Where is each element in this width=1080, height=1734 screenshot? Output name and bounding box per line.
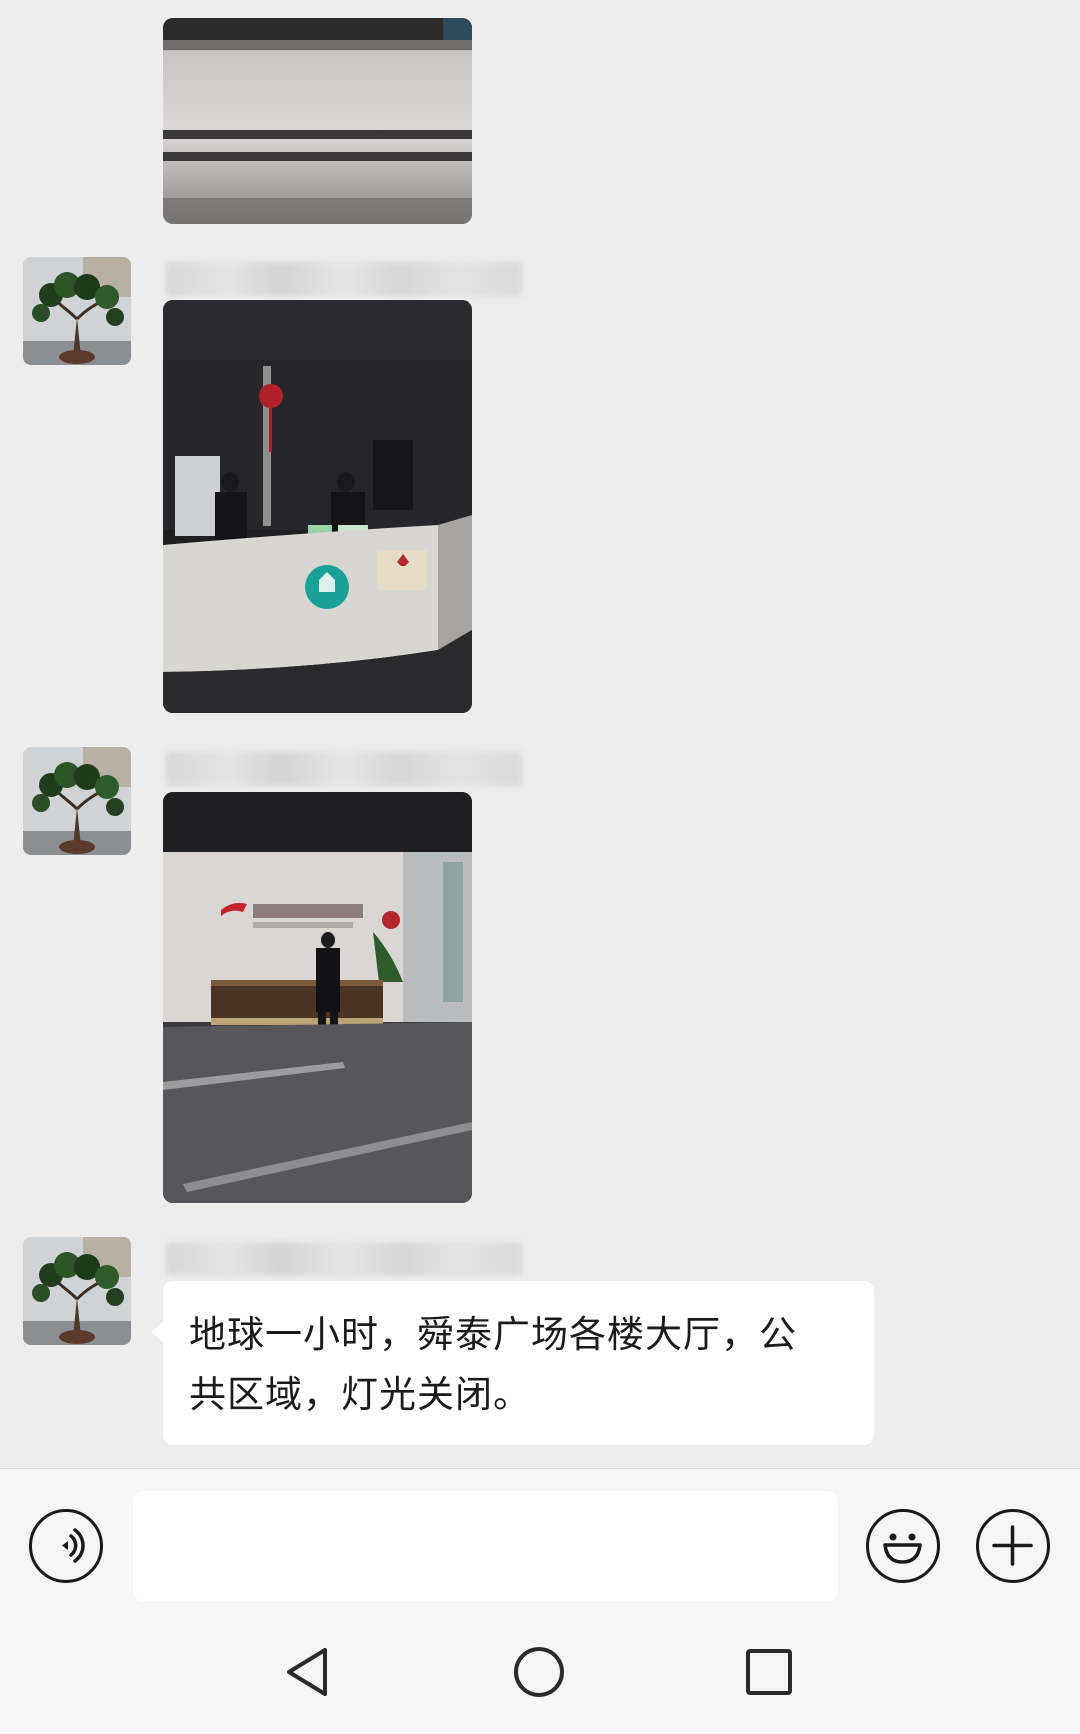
company-lobby-photo (163, 792, 472, 1203)
lobby-desk-photo (163, 18, 472, 224)
avatar[interactable] (23, 747, 131, 855)
image-message[interactable] (163, 18, 472, 224)
message-text-line: 地球一小时，舜泰广场各楼大厅，公 (189, 1313, 797, 1356)
image-message[interactable] (163, 300, 472, 713)
message-text-line: 共区域，灯光关闭。 (189, 1373, 531, 1416)
chat-history[interactable]: 地球一小时，舜泰广场各楼大厅，公 共区域，灯光关闭。 (0, 0, 1080, 1468)
message-text: 地球一小时，舜泰广场各楼大厅，公 共区域，灯光关闭。 (189, 1305, 848, 1425)
home-circle-icon (514, 1647, 564, 1697)
bonsai-tree-avatar (23, 1237, 131, 1345)
bonsai-tree-avatar (23, 257, 131, 365)
system-navigation-bar (0, 1610, 1080, 1734)
emoji-icon (883, 1533, 922, 1564)
home-button[interactable] (503, 1636, 575, 1708)
voice-button[interactable] (29, 1509, 103, 1583)
chat-input-bar (0, 1468, 1080, 1611)
more-button[interactable] (976, 1509, 1050, 1583)
recents-button[interactable] (733, 1636, 805, 1708)
back-button[interactable] (273, 1636, 345, 1708)
sender-name-blurred (166, 262, 522, 296)
emoji-button[interactable] (866, 1509, 940, 1583)
avatar[interactable] (23, 1237, 131, 1345)
bonsai-tree-avatar (23, 747, 131, 855)
text-message-bubble[interactable]: 地球一小时，舜泰广场各楼大厅，公 共区域，灯光关闭。 (151, 1281, 874, 1445)
image-message[interactable] (163, 792, 472, 1203)
back-triangle-icon (287, 1648, 327, 1696)
message-input[interactable] (133, 1491, 838, 1601)
sender-name-blurred (166, 752, 522, 786)
security-desk-photo (163, 300, 472, 713)
voice-icon (62, 1528, 85, 1563)
avatar[interactable] (23, 257, 131, 365)
sender-name-blurred (166, 1242, 522, 1276)
recents-square-icon (746, 1649, 792, 1695)
plus-icon (992, 1525, 1033, 1566)
